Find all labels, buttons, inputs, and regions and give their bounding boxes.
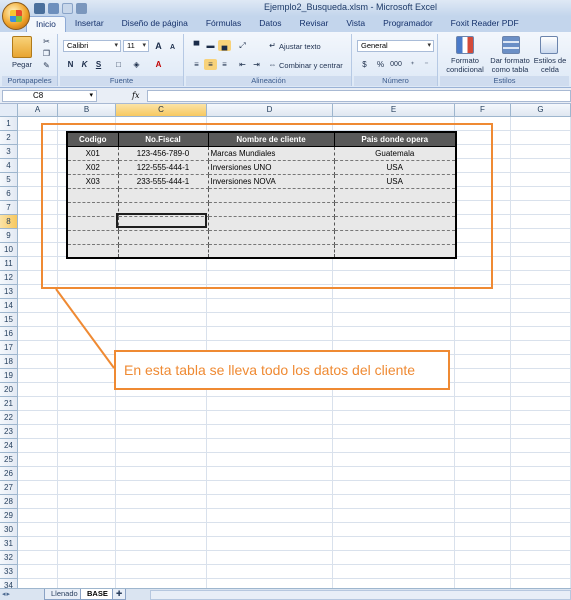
horizontal-scrollbar[interactable] [150, 590, 571, 600]
sheet-tab-bar: ◂▸ Llenado BASE ✚ [0, 588, 571, 600]
sheet-tab-llenado[interactable]: Llenado [44, 589, 85, 600]
sheet-tab-base[interactable]: BASE [80, 589, 115, 600]
insert-sheet-icon[interactable]: ✚ [112, 589, 127, 600]
callout-line [55, 288, 115, 369]
sheet-nav-arrows[interactable]: ◂▸ [2, 590, 11, 598]
callout-connector [55, 288, 115, 369]
callout-label: En esta tabla se lleva todo los datos de… [114, 350, 450, 390]
office-button[interactable] [2, 2, 30, 30]
